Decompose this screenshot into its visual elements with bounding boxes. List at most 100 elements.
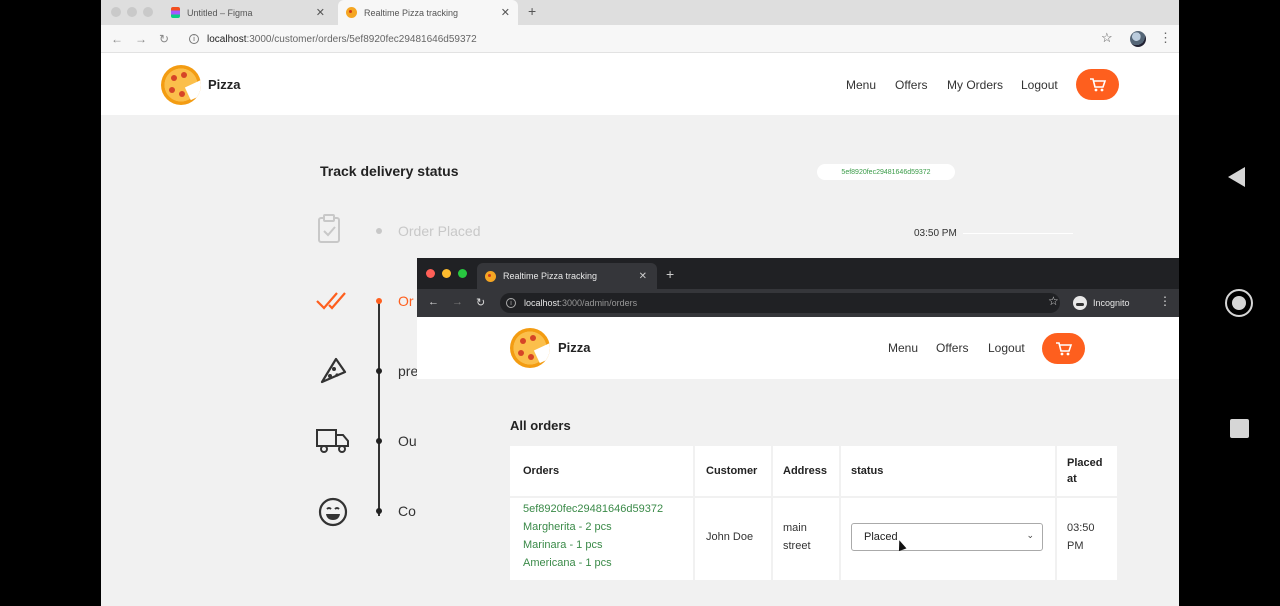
nav-logout-link[interactable]: Logout bbox=[1021, 78, 1058, 92]
placed-at-cell: PM bbox=[1067, 540, 1084, 552]
customer-cell: John Doe bbox=[706, 531, 754, 543]
back-arrow-icon[interactable]: ← bbox=[111, 32, 123, 46]
address-cell: main bbox=[783, 522, 807, 534]
close-icon[interactable]: ✕ bbox=[501, 6, 510, 19]
pizza-logo-icon[interactable] bbox=[161, 65, 201, 105]
nav-logout-link[interactable]: Logout bbox=[988, 341, 1025, 355]
divider bbox=[771, 446, 773, 580]
nav-my-orders-link[interactable]: My Orders bbox=[947, 78, 1003, 92]
tab-pizza-tracking[interactable]: Realtime Pizza tracking ✕ bbox=[477, 263, 657, 289]
header-text: at bbox=[1067, 473, 1077, 485]
brand-name[interactable]: Pizza bbox=[558, 340, 591, 355]
tab-title: Realtime Pizza tracking bbox=[503, 271, 598, 281]
pizza-favicon-icon bbox=[346, 7, 357, 18]
header-text: Placed bbox=[1067, 457, 1103, 469]
reload-icon[interactable]: ↻ bbox=[476, 296, 485, 309]
address-cell: street bbox=[783, 540, 811, 552]
address-bar: ← → ↻ i localhost:3000/admin/orders ☆ In… bbox=[417, 289, 1179, 317]
column-header-orders: Orders bbox=[523, 465, 560, 477]
column-header-customer: Customer bbox=[706, 465, 758, 477]
nav-offers-link[interactable]: Offers bbox=[936, 341, 968, 355]
forward-arrow-icon[interactable]: → bbox=[452, 296, 463, 308]
page-title: Track delivery status bbox=[320, 163, 459, 179]
step-label: Co bbox=[398, 503, 416, 519]
status-value: Placed bbox=[864, 531, 898, 543]
timeline-dot bbox=[376, 298, 382, 304]
tab-title: Realtime Pizza tracking bbox=[364, 7, 459, 18]
url-input[interactable]: i localhost:3000/customer/orders/5ef8920… bbox=[183, 29, 1127, 49]
column-header-address: Address bbox=[783, 465, 828, 477]
column-header-placed-at: Placed at bbox=[1067, 446, 1102, 496]
order-item: Marinara - 1 pcs bbox=[523, 539, 603, 551]
back-arrow-icon[interactable]: ← bbox=[428, 296, 439, 308]
reload-icon[interactable]: ↻ bbox=[159, 32, 169, 46]
window-maximize-button[interactable] bbox=[458, 269, 467, 278]
tab-figma[interactable]: Untitled – Figma ✕ bbox=[163, 0, 333, 25]
incognito-badge[interactable]: Incognito bbox=[1073, 294, 1130, 312]
cart-button[interactable] bbox=[1042, 333, 1085, 364]
url-input[interactable]: i localhost:3000/admin/orders bbox=[500, 293, 1060, 313]
tab-bar: Untitled – Figma ✕ Realtime Pizza tracki… bbox=[101, 0, 1179, 25]
divider bbox=[963, 233, 1073, 234]
section-title: All orders bbox=[510, 418, 571, 433]
smiley-icon bbox=[318, 497, 348, 527]
android-back-button[interactable] bbox=[1228, 167, 1245, 187]
tab-title: Untitled – Figma bbox=[187, 7, 253, 18]
tab-bar: Realtime Pizza tracking ✕ + bbox=[417, 258, 1179, 289]
timeline-dot bbox=[376, 368, 382, 374]
pizza-logo-icon[interactable] bbox=[510, 328, 550, 368]
divider bbox=[1055, 446, 1057, 580]
android-home-button[interactable] bbox=[1225, 289, 1253, 317]
figma-icon bbox=[171, 7, 180, 18]
order-id-badge: 5ef8920fec29481646d59372 bbox=[817, 164, 955, 180]
window-maximize-button[interactable] bbox=[143, 7, 153, 17]
info-icon[interactable]: i bbox=[506, 298, 516, 308]
order-id-link[interactable]: 5ef8920fec29481646d59372 bbox=[523, 503, 663, 515]
step-time: 03:50 PM bbox=[914, 228, 957, 239]
window-close-button[interactable] bbox=[111, 7, 121, 17]
brand-name[interactable]: Pizza bbox=[208, 77, 241, 92]
step-label-order-placed: Order Placed bbox=[398, 223, 481, 239]
cart-button[interactable] bbox=[1076, 69, 1119, 100]
new-tab-icon[interactable]: + bbox=[528, 3, 536, 19]
android-recents-button[interactable] bbox=[1230, 419, 1249, 438]
window-minimize-button[interactable] bbox=[442, 269, 451, 278]
order-item: Americana - 1 pcs bbox=[523, 557, 612, 569]
nav-offers-link[interactable]: Offers bbox=[895, 78, 927, 92]
placed-at-cell: 03:50 bbox=[1067, 522, 1095, 534]
window-close-button[interactable] bbox=[426, 269, 435, 278]
divider bbox=[510, 496, 1117, 498]
incognito-icon bbox=[1073, 296, 1087, 310]
close-icon[interactable]: ✕ bbox=[639, 271, 647, 282]
divider bbox=[839, 446, 841, 580]
url-host: localhost bbox=[524, 298, 560, 308]
cart-icon bbox=[1055, 341, 1072, 355]
bookmark-star-icon[interactable]: ☆ bbox=[1101, 30, 1113, 46]
url-host: localhost bbox=[207, 33, 247, 45]
window-minimize-button[interactable] bbox=[127, 7, 137, 17]
pizza-favicon-icon bbox=[485, 270, 496, 282]
bookmark-star-icon[interactable]: ☆ bbox=[1048, 294, 1059, 308]
timeline-dot bbox=[376, 228, 382, 234]
kebab-menu-icon[interactable]: ⋮ bbox=[1159, 294, 1171, 308]
forward-arrow-icon[interactable]: → bbox=[135, 32, 147, 46]
chevron-down-icon: ⌄ bbox=[1026, 530, 1034, 540]
tab-pizza-tracking[interactable]: Realtime Pizza tracking ✕ bbox=[338, 0, 518, 25]
double-check-icon bbox=[316, 292, 346, 310]
close-icon[interactable]: ✕ bbox=[316, 6, 325, 19]
order-item: Margherita - 2 pcs bbox=[523, 521, 612, 533]
kebab-menu-icon[interactable]: ⋮ bbox=[1159, 30, 1172, 46]
site-header: Pizza Menu Offers Logout bbox=[417, 317, 1179, 379]
new-tab-icon[interactable]: + bbox=[666, 266, 674, 282]
delivery-truck-icon bbox=[316, 429, 349, 453]
profile-avatar-icon[interactable] bbox=[1130, 31, 1146, 47]
column-header-status: status bbox=[851, 465, 884, 477]
status-select[interactable]: Placed ⌄ bbox=[851, 523, 1043, 551]
pizza-slice-icon bbox=[320, 357, 347, 384]
timeline-line bbox=[378, 300, 380, 516]
nav-menu-link[interactable]: Menu bbox=[888, 341, 918, 355]
info-icon[interactable]: i bbox=[189, 34, 199, 44]
nav-menu-link[interactable]: Menu bbox=[846, 78, 876, 92]
divider bbox=[693, 446, 695, 580]
url-path: :3000/admin/orders bbox=[559, 298, 638, 308]
